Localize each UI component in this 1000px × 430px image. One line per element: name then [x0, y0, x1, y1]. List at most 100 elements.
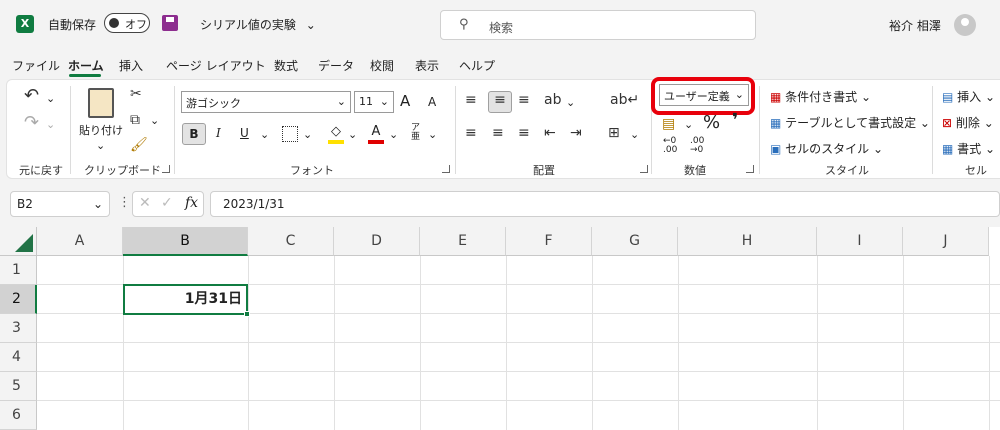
- autosave-toggle[interactable]: オフ: [104, 13, 150, 33]
- row-header-4[interactable]: 4: [0, 343, 37, 372]
- fill-color-icon[interactable]: ◇: [328, 124, 344, 144]
- accounting-dropdown-icon[interactable]: ⌄: [684, 118, 693, 131]
- shrink-font-button[interactable]: A: [428, 95, 436, 109]
- paste-icon[interactable]: [88, 88, 114, 118]
- gridline: [37, 342, 1000, 343]
- font-color-dropdown-icon[interactable]: ⌄: [389, 128, 398, 141]
- row-header-3[interactable]: 3: [0, 314, 37, 343]
- row-header-6[interactable]: 6: [0, 401, 37, 430]
- column-header-b[interactable]: B: [123, 227, 248, 256]
- cancel-icon[interactable]: ✕: [139, 195, 151, 211]
- column-header-e[interactable]: E: [420, 227, 506, 256]
- format-cells-button[interactable]: ▦ 書式 ⌄: [942, 140, 995, 157]
- accounting-format-icon[interactable]: ▤: [662, 116, 675, 132]
- align-right-icon[interactable]: ≡: [518, 125, 530, 141]
- fill-handle[interactable]: [244, 311, 250, 317]
- increase-decimal-button[interactable]: ←0 .00: [663, 137, 677, 155]
- decrease-indent-icon[interactable]: ⇤: [544, 125, 556, 141]
- tab-home[interactable]: ホーム: [68, 57, 104, 74]
- paste-button[interactable]: 貼り付け: [79, 122, 123, 138]
- group-divider: [70, 86, 71, 174]
- border-icon[interactable]: [282, 126, 298, 142]
- save-icon[interactable]: [162, 15, 178, 31]
- format-as-table-button[interactable]: ▦ テーブルとして書式設定 ⌄: [770, 114, 930, 131]
- search-placeholder: 検索: [489, 21, 514, 35]
- number-launcher-icon[interactable]: [746, 165, 754, 173]
- tab-page-layout[interactable]: ページ レイアウト: [166, 57, 266, 74]
- tab-formulas[interactable]: 数式: [274, 57, 298, 74]
- search-box[interactable]: ⚲ 検索: [440, 10, 756, 40]
- clipboard-launcher-icon[interactable]: [162, 165, 170, 173]
- decrease-decimal-button[interactable]: .00 →0: [690, 137, 704, 155]
- conditional-format-button[interactable]: ▦ 条件付き書式 ⌄: [770, 88, 871, 105]
- copy-icon[interactable]: ⧉: [130, 112, 140, 128]
- name-box[interactable]: B2 ⌄: [10, 191, 110, 217]
- wrap-text-icon[interactable]: ab↵: [610, 92, 639, 108]
- user-name[interactable]: 裕介 相澤: [889, 17, 941, 34]
- copy-dropdown-icon[interactable]: ⌄: [150, 114, 159, 127]
- increase-indent-icon[interactable]: ⇥: [570, 125, 582, 141]
- orientation-icon[interactable]: ab: [544, 92, 561, 108]
- tab-file[interactable]: ファイル: [12, 57, 60, 74]
- orientation-dropdown-icon[interactable]: ⌄: [566, 96, 575, 109]
- font-launcher-icon[interactable]: [442, 165, 450, 173]
- column-header-g[interactable]: G: [592, 227, 678, 256]
- row-header-5[interactable]: 5: [0, 372, 37, 401]
- border-dropdown-icon[interactable]: ⌄: [303, 128, 312, 141]
- format-painter-icon[interactable]: 🖌: [130, 137, 148, 153]
- font-name-select[interactable]: 游ゴシック ⌄: [181, 91, 351, 113]
- tab-insert[interactable]: 挿入: [119, 57, 143, 74]
- align-top-icon[interactable]: ≡: [465, 92, 477, 108]
- italic-button[interactable]: I: [216, 126, 221, 140]
- phonetic-icon[interactable]: ア亜: [411, 124, 420, 142]
- column-header-j[interactable]: J: [903, 227, 989, 256]
- column-header-i[interactable]: I: [817, 227, 903, 256]
- cut-icon[interactable]: ✂: [130, 86, 142, 102]
- tab-review[interactable]: 校閲: [370, 57, 394, 74]
- phonetic-dropdown-icon[interactable]: ⌄: [428, 128, 437, 141]
- paste-dropdown-icon[interactable]: ⌄: [96, 139, 105, 152]
- cell-styles-button[interactable]: ▣ セルのスタイル ⌄: [770, 140, 883, 157]
- select-all-button[interactable]: [0, 227, 37, 256]
- undo-dropdown-icon[interactable]: ⌄: [46, 92, 55, 105]
- undo-icon[interactable]: ↶: [24, 85, 39, 106]
- alignment-launcher-icon[interactable]: [640, 165, 648, 173]
- gridline: [420, 256, 421, 430]
- font-size-select[interactable]: 11 ⌄: [354, 91, 394, 113]
- tab-data[interactable]: データ: [318, 57, 354, 74]
- enter-icon[interactable]: ✓: [161, 195, 173, 211]
- row-header-1[interactable]: 1: [0, 256, 37, 285]
- tab-help[interactable]: ヘルプ: [459, 57, 495, 74]
- comma-button[interactable]: ❜: [732, 110, 738, 131]
- more-options-icon[interactable]: ⋮: [118, 195, 131, 210]
- merge-dropdown-icon[interactable]: ⌄: [630, 128, 639, 141]
- cell-b2[interactable]: 1月31日: [123, 284, 250, 317]
- tab-view[interactable]: 表示: [415, 57, 439, 74]
- font-color-icon[interactable]: A: [368, 124, 384, 144]
- underline-button[interactable]: U: [240, 126, 249, 140]
- align-bottom-icon[interactable]: ≡: [518, 92, 530, 108]
- column-header-d[interactable]: D: [334, 227, 420, 256]
- align-left-icon[interactable]: ≡: [465, 125, 477, 141]
- percent-button[interactable]: %: [703, 112, 720, 133]
- row-header-2[interactable]: 2: [0, 285, 37, 314]
- column-header-c[interactable]: C: [248, 227, 334, 256]
- delete-cells-button[interactable]: ⊠ 削除 ⌄: [942, 114, 994, 131]
- column-header-h[interactable]: H: [678, 227, 817, 256]
- insert-cells-button[interactable]: ▤ 挿入 ⌄: [942, 88, 995, 105]
- avatar[interactable]: [954, 14, 976, 36]
- bold-button[interactable]: B: [182, 123, 206, 145]
- merge-center-icon[interactable]: ⊞: [608, 125, 620, 141]
- column-header-a[interactable]: A: [37, 227, 123, 256]
- cell-styles-label: セルのスタイル: [785, 142, 870, 156]
- fill-color-dropdown-icon[interactable]: ⌄: [348, 128, 357, 141]
- underline-dropdown-icon[interactable]: ⌄: [260, 128, 269, 141]
- align-center-icon[interactable]: ≡: [492, 125, 504, 141]
- align-middle-icon[interactable]: ≡: [488, 91, 512, 113]
- insert-function-button[interactable]: fx: [185, 195, 198, 211]
- grow-font-button[interactable]: A: [400, 92, 410, 110]
- document-title[interactable]: シリアル値の実験 ⌄: [200, 16, 316, 33]
- chevron-down-icon: ⌄: [92, 197, 103, 211]
- column-header-f[interactable]: F: [506, 227, 592, 256]
- formula-input[interactable]: 2023/1/31: [210, 191, 1000, 217]
